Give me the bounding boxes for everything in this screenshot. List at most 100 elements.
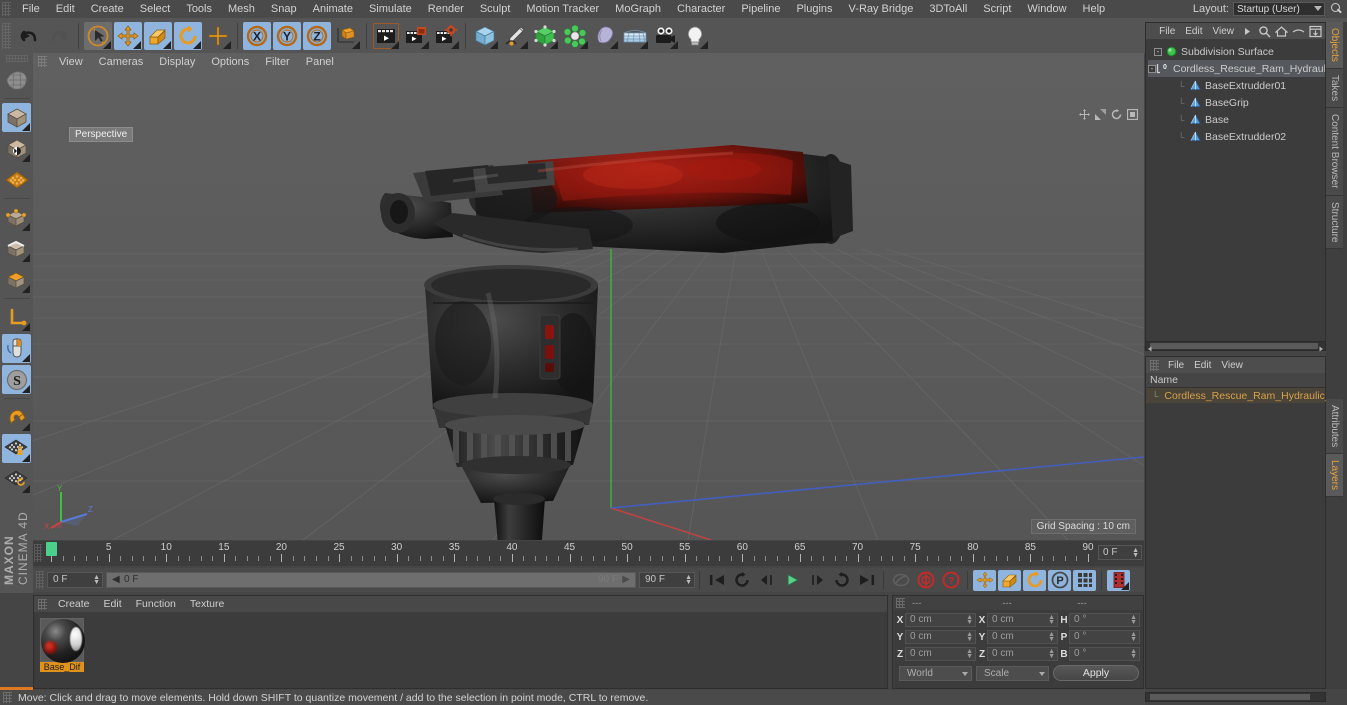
go-to-end-button[interactable] [855, 570, 878, 591]
menu-item-sculpt[interactable]: Sculpt [472, 0, 519, 18]
menu-item-v-ray-bridge[interactable]: V-Ray Bridge [841, 0, 922, 18]
world-object-axis[interactable] [333, 22, 361, 50]
menu-item-render[interactable]: Render [420, 0, 472, 18]
add-cube-button[interactable] [471, 22, 499, 50]
redo-button[interactable] [45, 22, 73, 50]
workplane-mode-button[interactable] [2, 165, 31, 194]
menu-item-3dtoall[interactable]: 3DToAll [921, 0, 975, 18]
make-editable-button[interactable] [2, 65, 31, 94]
add-environment-button[interactable] [621, 22, 649, 50]
add-nurbs-button[interactable] [531, 22, 559, 50]
z-axis-lock[interactable]: Z [303, 21, 331, 50]
spinner-icon[interactable]: ▲ ▼ [1130, 648, 1137, 660]
key-rotation-button[interactable] [1023, 569, 1046, 591]
left-toolbar-grip[interactable] [5, 55, 28, 62]
spinner-icon[interactable]: ▲ ▼ [966, 648, 973, 660]
vertical-tab-attributes[interactable]: Attributes [1326, 399, 1343, 455]
spinner-icon[interactable]: ▲ ▼ [966, 631, 973, 643]
vertical-tab-structure[interactable]: Structure [1326, 195, 1343, 250]
menu-grip[interactable] [2, 2, 11, 16]
menu-item-select[interactable]: Select [132, 0, 179, 18]
menu-item-plugins[interactable]: Plugins [788, 0, 840, 18]
spinner-icon[interactable]: ▲ ▼ [1130, 631, 1137, 643]
coord-field-y1[interactable]: 0 cm ▲ ▼ [987, 630, 1058, 644]
timeline-track[interactable]: 051015202530354045505560657075808590 [45, 541, 1096, 566]
object-manager-menu-file[interactable]: File [1154, 26, 1180, 37]
model-mode-button[interactable] [2, 103, 31, 132]
spinner-icon[interactable]: ▲ ▼ [1048, 631, 1055, 643]
scroll-left-arrow[interactable] [1147, 343, 1153, 352]
material-menu-texture[interactable]: Texture [183, 598, 231, 610]
object-manager-menu-edit[interactable]: Edit [1180, 26, 1207, 37]
point-mode-button[interactable] [2, 203, 31, 232]
status-bar-grip[interactable] [3, 692, 12, 703]
viewport-solo-button[interactable] [2, 334, 31, 363]
object-tree[interactable]: - Subdivision Surface -0 Cordless_Rescue_Ra… [1146, 39, 1325, 339]
vertical-tab-takes[interactable]: Takes [1326, 68, 1343, 109]
toolbar-grip[interactable] [2, 22, 11, 49]
enable-snap-button[interactable]: S [2, 365, 31, 394]
step-back-button[interactable] [755, 570, 778, 591]
viewport-menu-cameras[interactable]: Cameras [91, 56, 152, 68]
search-icon[interactable] [1258, 25, 1271, 38]
material-manager-grip[interactable] [38, 598, 47, 610]
next-key-button[interactable] [830, 570, 853, 591]
record-active-objects-button[interactable] [914, 570, 937, 591]
menu-item-edit[interactable]: Edit [48, 0, 83, 18]
previous-key-button[interactable] [730, 570, 753, 591]
layout-select[interactable]: Startup (User) [1233, 2, 1325, 16]
end-frame-field[interactable]: 90 F ▲ ▼ [639, 572, 695, 588]
key-parameter-button[interactable]: P [1048, 569, 1071, 591]
spinner-icon[interactable]: ▲ ▼ [1130, 614, 1137, 626]
fit-icon[interactable] [1309, 25, 1322, 38]
object-manager-hscrollbar[interactable] [1145, 341, 1326, 352]
slider-left-arrow[interactable]: ◀ [112, 573, 120, 587]
spinner-icon[interactable]: ▲ ▼ [966, 614, 973, 626]
current-frame-field[interactable]: 0 F ▲ ▼ [47, 572, 103, 588]
viewport-menu-filter[interactable]: Filter [257, 56, 297, 68]
material-item[interactable]: Base_Dif [40, 618, 85, 672]
workplane-lock-button[interactable] [2, 434, 31, 463]
edge-mode-button[interactable] [2, 234, 31, 263]
object-tree-item[interactable]: └ BaseGrip [1148, 94, 1325, 111]
expander-toggle[interactable]: - [1154, 47, 1162, 56]
add-camera-button[interactable] [651, 22, 679, 50]
spinner-icon[interactable]: ▲ ▼ [1048, 614, 1055, 626]
material-menu-edit[interactable]: Edit [97, 598, 129, 610]
object-tree-item[interactable]: - Subdivision Surface [1148, 43, 1325, 60]
loop-button[interactable] [889, 570, 912, 591]
coord-field-x0[interactable]: 0 cm ▲ ▼ [905, 613, 976, 627]
render-view-button[interactable] [372, 22, 400, 50]
layer-manager-menu-file[interactable]: File [1163, 360, 1189, 371]
autokeying-button[interactable]: ? [939, 570, 962, 591]
scale-view-icon[interactable] [1095, 109, 1106, 120]
spinner-icon[interactable]: ▲ ▼ [1048, 648, 1055, 660]
magnet-tool-button[interactable] [2, 403, 31, 432]
search-icon[interactable] [1329, 2, 1343, 16]
object-tree-item[interactable]: └ Base [1148, 111, 1325, 128]
layer-manager-menu-view[interactable]: View [1216, 360, 1248, 371]
coord-field-x1[interactable]: 0 cm ▲ ▼ [987, 613, 1058, 627]
texture-mode-button[interactable] [2, 134, 31, 163]
scale-tool[interactable] [144, 21, 172, 50]
timeline-ruler[interactable]: 051015202530354045505560657075808590 0 F… [33, 541, 1144, 566]
polygon-mode-button[interactable] [2, 265, 31, 294]
viewport-menu-grip[interactable] [38, 56, 47, 67]
play-button[interactable] [780, 570, 803, 591]
object-tree-item[interactable]: └ BaseExtrudder01 [1148, 77, 1325, 94]
live-selection-tool[interactable] [84, 21, 112, 50]
apply-button[interactable]: Apply [1053, 665, 1139, 681]
menu-item-script[interactable]: Script [975, 0, 1019, 18]
layer-manager-menu-edit[interactable]: Edit [1189, 360, 1216, 371]
timeline-button[interactable] [1107, 569, 1130, 591]
coord-field-b2[interactable]: 0 ° ▲ ▼ [1069, 647, 1140, 661]
menu-item-create[interactable]: Create [83, 0, 132, 18]
object-tree-item[interactable]: -0 Cordless_Rescue_Ram_Hydraulic_ [1148, 60, 1325, 77]
coordinate-system-select[interactable]: World [899, 665, 972, 681]
timeline-frame-field[interactable]: 0 F ▲ ▼ [1098, 545, 1142, 560]
layer-row[interactable]: └ Cordless_Rescue_Ram_Hydraulic_L [1146, 388, 1337, 403]
material-menu-create[interactable]: Create [51, 598, 97, 610]
layer-manager-hscrollbar[interactable] [1145, 692, 1326, 702]
more-arrow-icon[interactable] [1241, 25, 1254, 38]
y-axis-lock[interactable]: Y [273, 21, 301, 50]
